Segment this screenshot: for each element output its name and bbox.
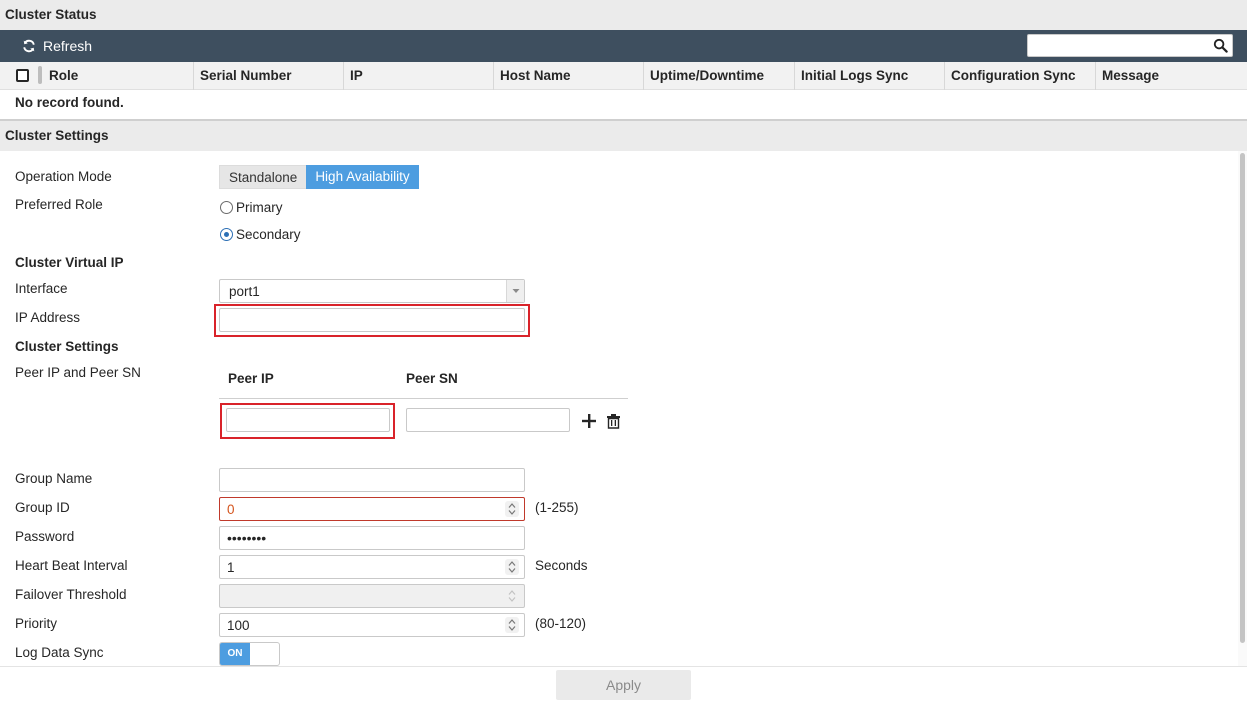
- password-input[interactable]: [220, 527, 524, 549]
- spinner-up-icon[interactable]: [508, 503, 516, 508]
- group-name-input[interactable]: [220, 469, 524, 491]
- interface-select-value: port1: [229, 284, 260, 299]
- apply-button[interactable]: Apply: [556, 670, 691, 700]
- priority-range-hint: (80-120): [535, 616, 587, 631]
- footer-bar: Apply: [0, 666, 1247, 703]
- cluster-status-toolbar: Refresh: [0, 30, 1247, 62]
- cluster-settings-subheading: Cluster Settings: [15, 339, 119, 354]
- heartbeat-unit: Seconds: [535, 558, 588, 573]
- log-data-sync-label: Log Data Sync: [15, 645, 104, 660]
- cluster-table-header: Role Serial Number IP Host Name Uptime/D…: [0, 62, 1247, 90]
- column-resize-handle[interactable]: [38, 66, 42, 84]
- peer-table-divider: [219, 398, 628, 399]
- refresh-label: Refresh: [43, 38, 93, 54]
- peer-ip-sn-label: Peer IP and Peer SN: [15, 365, 141, 380]
- column-header-role[interactable]: Role: [43, 62, 194, 90]
- password-field: [219, 526, 525, 550]
- primary-radio-label: Primary: [236, 200, 283, 215]
- column-header-serial-number[interactable]: Serial Number: [193, 62, 344, 90]
- interface-label: Interface: [15, 281, 68, 296]
- cluster-virtual-ip-heading: Cluster Virtual IP: [15, 255, 124, 270]
- cluster-status-header: Cluster Status: [0, 0, 1247, 30]
- ip-address-field: [219, 308, 525, 332]
- scrollbar-thumb[interactable]: [1240, 153, 1245, 643]
- failover-threshold-field: [219, 584, 525, 608]
- group-id-input[interactable]: [220, 498, 524, 520]
- failover-threshold-input: [220, 585, 524, 607]
- refresh-icon: [23, 39, 35, 53]
- heartbeat-spinner[interactable]: [505, 559, 519, 575]
- column-header-host-name[interactable]: Host Name: [493, 62, 644, 90]
- refresh-button[interactable]: Refresh: [22, 30, 92, 62]
- spinner-down-icon[interactable]: [508, 626, 516, 631]
- spinner-down-icon[interactable]: [508, 510, 516, 515]
- column-header-initial-logs-sync[interactable]: Initial Logs Sync: [794, 62, 945, 90]
- priority-input[interactable]: [220, 614, 524, 636]
- column-header-uptime[interactable]: Uptime/Downtime: [643, 62, 794, 90]
- toggle-on-indicator: ON: [220, 643, 250, 665]
- primary-radio-circle[interactable]: [220, 201, 233, 214]
- operation-mode-label: Operation Mode: [15, 169, 112, 184]
- log-data-sync-toggle[interactable]: ON: [219, 642, 280, 666]
- password-label: Password: [15, 529, 75, 544]
- search-box: [1027, 34, 1233, 57]
- search-icon[interactable]: [1213, 38, 1228, 53]
- priority-field: [219, 613, 525, 637]
- ip-address-label: IP Address: [15, 310, 81, 325]
- spinner-up-icon: [508, 590, 516, 595]
- spinner-up-icon[interactable]: [508, 619, 516, 624]
- group-id-spinner[interactable]: [505, 501, 519, 517]
- failover-threshold-label: Failover Threshold: [15, 587, 127, 602]
- secondary-radio-circle[interactable]: [220, 228, 233, 241]
- peer-sn-column-header: Peer SN: [406, 371, 458, 386]
- operation-mode-toggle: Standalone High Availability: [219, 165, 419, 189]
- peer-ip-column-header: Peer IP: [228, 371, 274, 386]
- standalone-option[interactable]: Standalone: [219, 165, 307, 189]
- primary-radio[interactable]: Primary: [220, 200, 283, 215]
- peer-ip-input[interactable]: [227, 409, 389, 431]
- priority-spinner[interactable]: [505, 617, 519, 633]
- secondary-radio[interactable]: Secondary: [220, 227, 301, 242]
- secondary-radio-label: Secondary: [236, 227, 301, 242]
- heartbeat-interval-field: [219, 555, 525, 579]
- group-name-label: Group Name: [15, 471, 93, 486]
- group-id-field: [219, 497, 525, 521]
- column-header-configuration-sync[interactable]: Configuration Sync: [944, 62, 1095, 90]
- add-icon[interactable]: [582, 414, 596, 428]
- spinner-down-icon[interactable]: [508, 568, 516, 573]
- column-header-ip[interactable]: IP: [343, 62, 494, 90]
- high-availability-option[interactable]: High Availability: [306, 165, 419, 189]
- group-id-range-hint: (1-255): [535, 500, 579, 515]
- peer-ip-field: [226, 408, 390, 432]
- cluster-settings-header: Cluster Settings: [0, 119, 1247, 151]
- dropdown-arrow-icon[interactable]: [506, 280, 524, 302]
- peer-sn-field: [406, 408, 570, 432]
- priority-label: Priority: [15, 616, 58, 631]
- search-input[interactable]: [1028, 35, 1208, 56]
- select-all-checkbox[interactable]: [16, 69, 29, 82]
- trash-icon[interactable]: [607, 414, 620, 429]
- column-header-message[interactable]: Message: [1095, 62, 1247, 90]
- interface-select[interactable]: port1: [219, 279, 525, 303]
- group-name-field: [219, 468, 525, 492]
- ip-address-input[interactable]: [220, 309, 524, 331]
- peer-sn-input[interactable]: [407, 409, 569, 431]
- preferred-role-label: Preferred Role: [15, 197, 103, 212]
- group-id-label: Group ID: [15, 500, 70, 515]
- failover-spinner: [505, 588, 519, 604]
- heartbeat-interval-input[interactable]: [220, 556, 524, 578]
- spinner-down-icon: [508, 597, 516, 602]
- empty-table-message: No record found.: [15, 95, 124, 110]
- spinner-up-icon[interactable]: [508, 561, 516, 566]
- heartbeat-interval-label: Heart Beat Interval: [15, 558, 128, 573]
